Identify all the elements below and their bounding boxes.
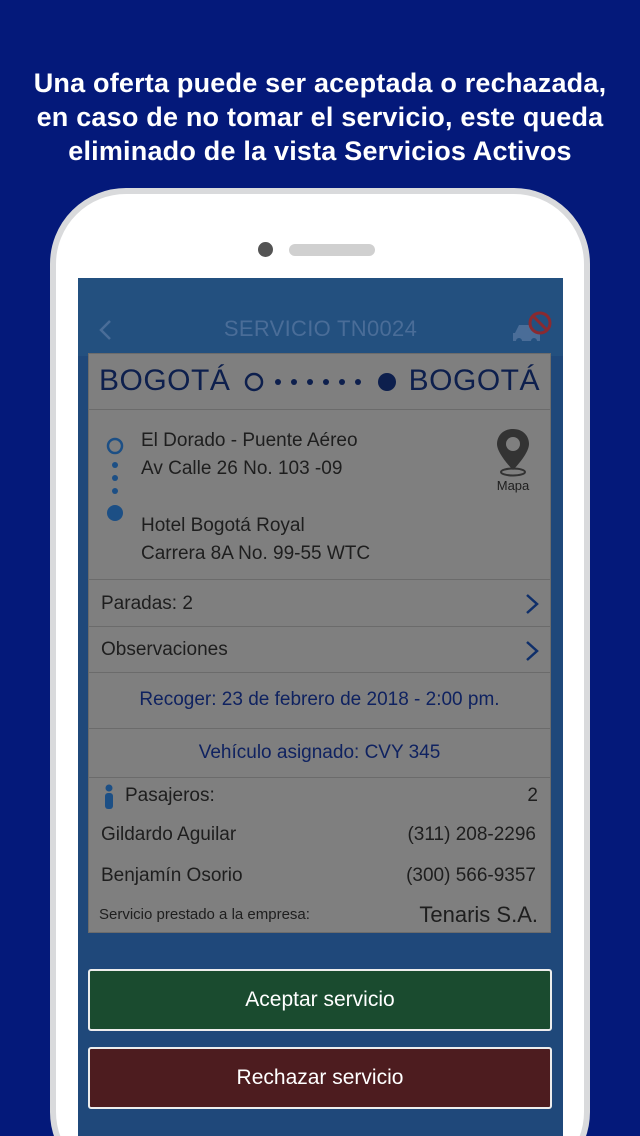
map-button[interactable]: Mapa [489, 426, 537, 498]
pickup-datetime: Recoger: 23 de febrero de 2018 - 2:00 pm… [139, 689, 500, 710]
notes-label: Observaciones [101, 639, 228, 660]
promo-line-2: en caso de no tomar el servicio, este qu… [36, 102, 604, 132]
pickup-address: El Dorado - Puente Aéreo Av Calle 26 No.… [141, 427, 358, 483]
pickup-place-name: El Dorado - Puente Aéreo [141, 430, 358, 451]
chevron-right-icon [526, 594, 539, 614]
chevron-right-icon [526, 641, 539, 661]
person-icon [105, 784, 113, 809]
passengers-count: 2 [527, 785, 538, 806]
speaker-grille [289, 244, 375, 256]
reject-service-button[interactable]: Rechazar servicio [88, 1047, 552, 1109]
vehicle-row: Vehículo asignado: CVY 345 [89, 729, 550, 778]
origin-city: BOGOTÁ [99, 364, 231, 397]
car-cancel-icon[interactable] [512, 311, 552, 345]
route-dots-icon [106, 437, 124, 521]
dropoff-address: Hotel Bogotá Royal Carrera 8A No. 99-55 … [141, 512, 370, 568]
stops-row[interactable]: Paradas: 2 [89, 580, 550, 627]
camera-icon [258, 242, 273, 257]
dropoff-place-name: Hotel Bogotá Royal [141, 515, 305, 536]
passengers-block: Pasajeros: 2 Gildardo Aguilar (311) 208-… [89, 778, 550, 934]
pickup-row: Recoger: 23 de febrero de 2018 - 2:00 pm… [89, 673, 550, 729]
pickup-street: Av Calle 26 No. 103 -09 [141, 458, 343, 479]
company-label: Servicio prestado a la empresa: [99, 906, 310, 923]
passenger-phone[interactable]: (300) 566-9357 [406, 865, 536, 887]
app-screen: SERVICIO TN0024 BOGOTÁ BOGOTÁ El Dorado … [78, 278, 563, 1136]
promo-line-1: Una oferta puede ser aceptada o rechazad… [33, 68, 607, 98]
accept-service-button[interactable]: Aceptar servicio [88, 969, 552, 1031]
map-label: Mapa [496, 478, 530, 493]
stops-label: Paradas: 2 [101, 593, 193, 614]
notes-row[interactable]: Observaciones [89, 627, 550, 673]
promo-caption: Una oferta puede ser aceptada o rechazad… [0, 66, 640, 168]
address-block: El Dorado - Puente Aéreo Av Calle 26 No.… [89, 410, 550, 580]
assigned-vehicle: Vehículo asignado: CVY 345 [198, 742, 441, 763]
passenger-name: Gildardo Aguilar [101, 824, 237, 845]
destination-city: BOGOTÁ [408, 364, 540, 397]
passenger-name: Benjamín Osorio [101, 865, 243, 886]
service-card: BOGOTÁ BOGOTÁ El Dorado - Puente Aéreo A… [88, 353, 551, 933]
route-line-icon [244, 372, 396, 392]
promo-line-3: eliminado de la vista Servicios Activos [68, 136, 572, 166]
route-header: BOGOTÁ BOGOTÁ [89, 354, 550, 410]
app-bar: SERVICIO TN0024 [78, 278, 563, 356]
passenger-phone[interactable]: (311) 208-2296 [407, 824, 536, 846]
company-name: Tenaris S.A. [419, 902, 538, 927]
dropoff-street: Carrera 8A No. 99-55 WTC [141, 543, 371, 564]
passengers-label: Pasajeros: [125, 785, 215, 806]
map-pin-icon [497, 429, 529, 477]
page-title: SERVICIO TN0024 [223, 316, 418, 341]
